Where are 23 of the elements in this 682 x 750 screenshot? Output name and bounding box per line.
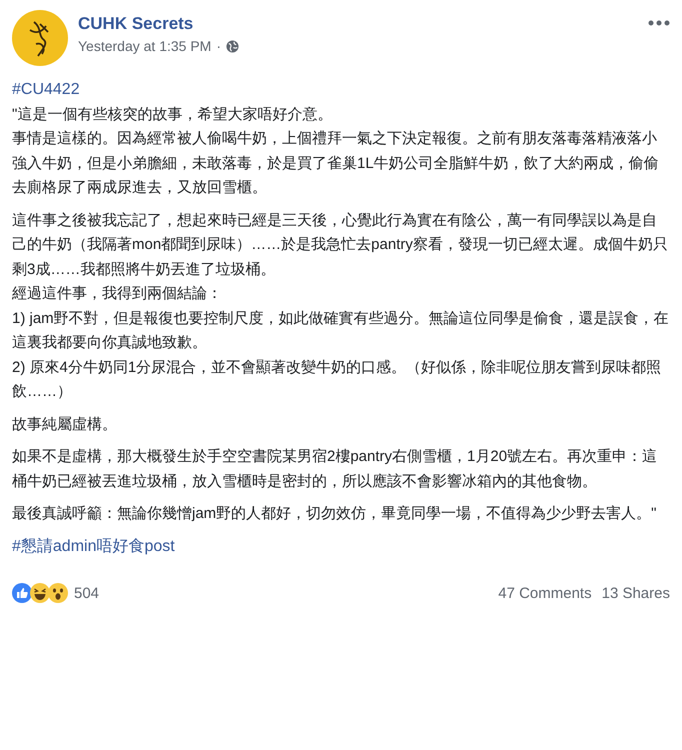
page-name[interactable]: CUHK Secrets bbox=[78, 14, 194, 34]
laughing-face-icon[interactable] bbox=[30, 583, 50, 603]
post-text: 如果不是虛構，那大概發生於手空空書院某男宿2樓pantry右側雪櫃，1月20號左右。再次重申：這桶牛奶已經被丟進垃圾桶，放入雪櫃時是密封的，所以應該不會影響冰箱內的其他食物。 bbox=[12, 447, 658, 492]
surprised-face-icon[interactable] bbox=[48, 583, 68, 603]
more-options-icon[interactable] bbox=[648, 20, 670, 26]
timestamp[interactable]: Yesterday at 1:35 PM bbox=[78, 38, 212, 54]
post-text: "這是一個有些核突的故事，希望大家唔好介意。 bbox=[12, 104, 334, 124]
post-text: 這件事之後被我忘記了，想起來時已經是三天後，心覺此行為實在有陰公，萬一有同學誤以為是自己的牛奶（我隔著mon都聞到尿味）……於是我急忙去pantry察看，發現一切已經太遲。成個牛奶只剩3成……我都照將牛奶丟進了垃圾桶。 bbox=[12, 210, 669, 280]
like-reaction-icon[interactable] bbox=[12, 583, 32, 603]
globe-icon bbox=[226, 40, 240, 52]
avatar-icon[interactable] bbox=[12, 10, 68, 66]
separator: · bbox=[216, 38, 222, 54]
post-text: 最後真誠呼籲：無論你幾憎jam野的人都好，切勿效仿，畢竟同學一場，不值得為少少野去害人。" bbox=[12, 504, 658, 524]
hashtag-link[interactable]: #懇請admin唔好食post bbox=[12, 538, 175, 554]
hashtag-link[interactable]: #CU4422 bbox=[12, 81, 80, 98]
shares-link[interactable]: 13 Shares bbox=[602, 584, 670, 602]
post-text: 經過這件事，我得到兩個結論： bbox=[12, 284, 223, 304]
post-text: 故事純屬虛構。 bbox=[12, 414, 118, 434]
reaction-count[interactable]: 504 bbox=[74, 584, 100, 602]
comments-link[interactable]: 47 Comments bbox=[498, 584, 592, 602]
post-text: 事情是這樣的。因為經常被人偷喝牛奶，上個禮拜一氣之下決定報復。之前有朋友落毒落精液落小強入牛奶，但是小弟膽細，未敢落毒，於是買了雀巢1L牛奶公司全脂鮮牛奶，飲了大約兩成，偷偷去廁格尿了兩成尿進去，又放回雪櫃。 bbox=[12, 129, 660, 198]
post-text: 1) jam野不對，但是報復也要控制尺度，如此做確實有些過分。無論這位同學是偷食，還是誤食，在這裏我都要向你真誠地致歉。 bbox=[12, 308, 670, 353]
post-text: 2) 原來4分牛奶同1分尿混合，並不會顯著改變牛奶的口感。（好似係，除非呢位朋友嘗到尿味都照飲……） bbox=[12, 358, 662, 402]
